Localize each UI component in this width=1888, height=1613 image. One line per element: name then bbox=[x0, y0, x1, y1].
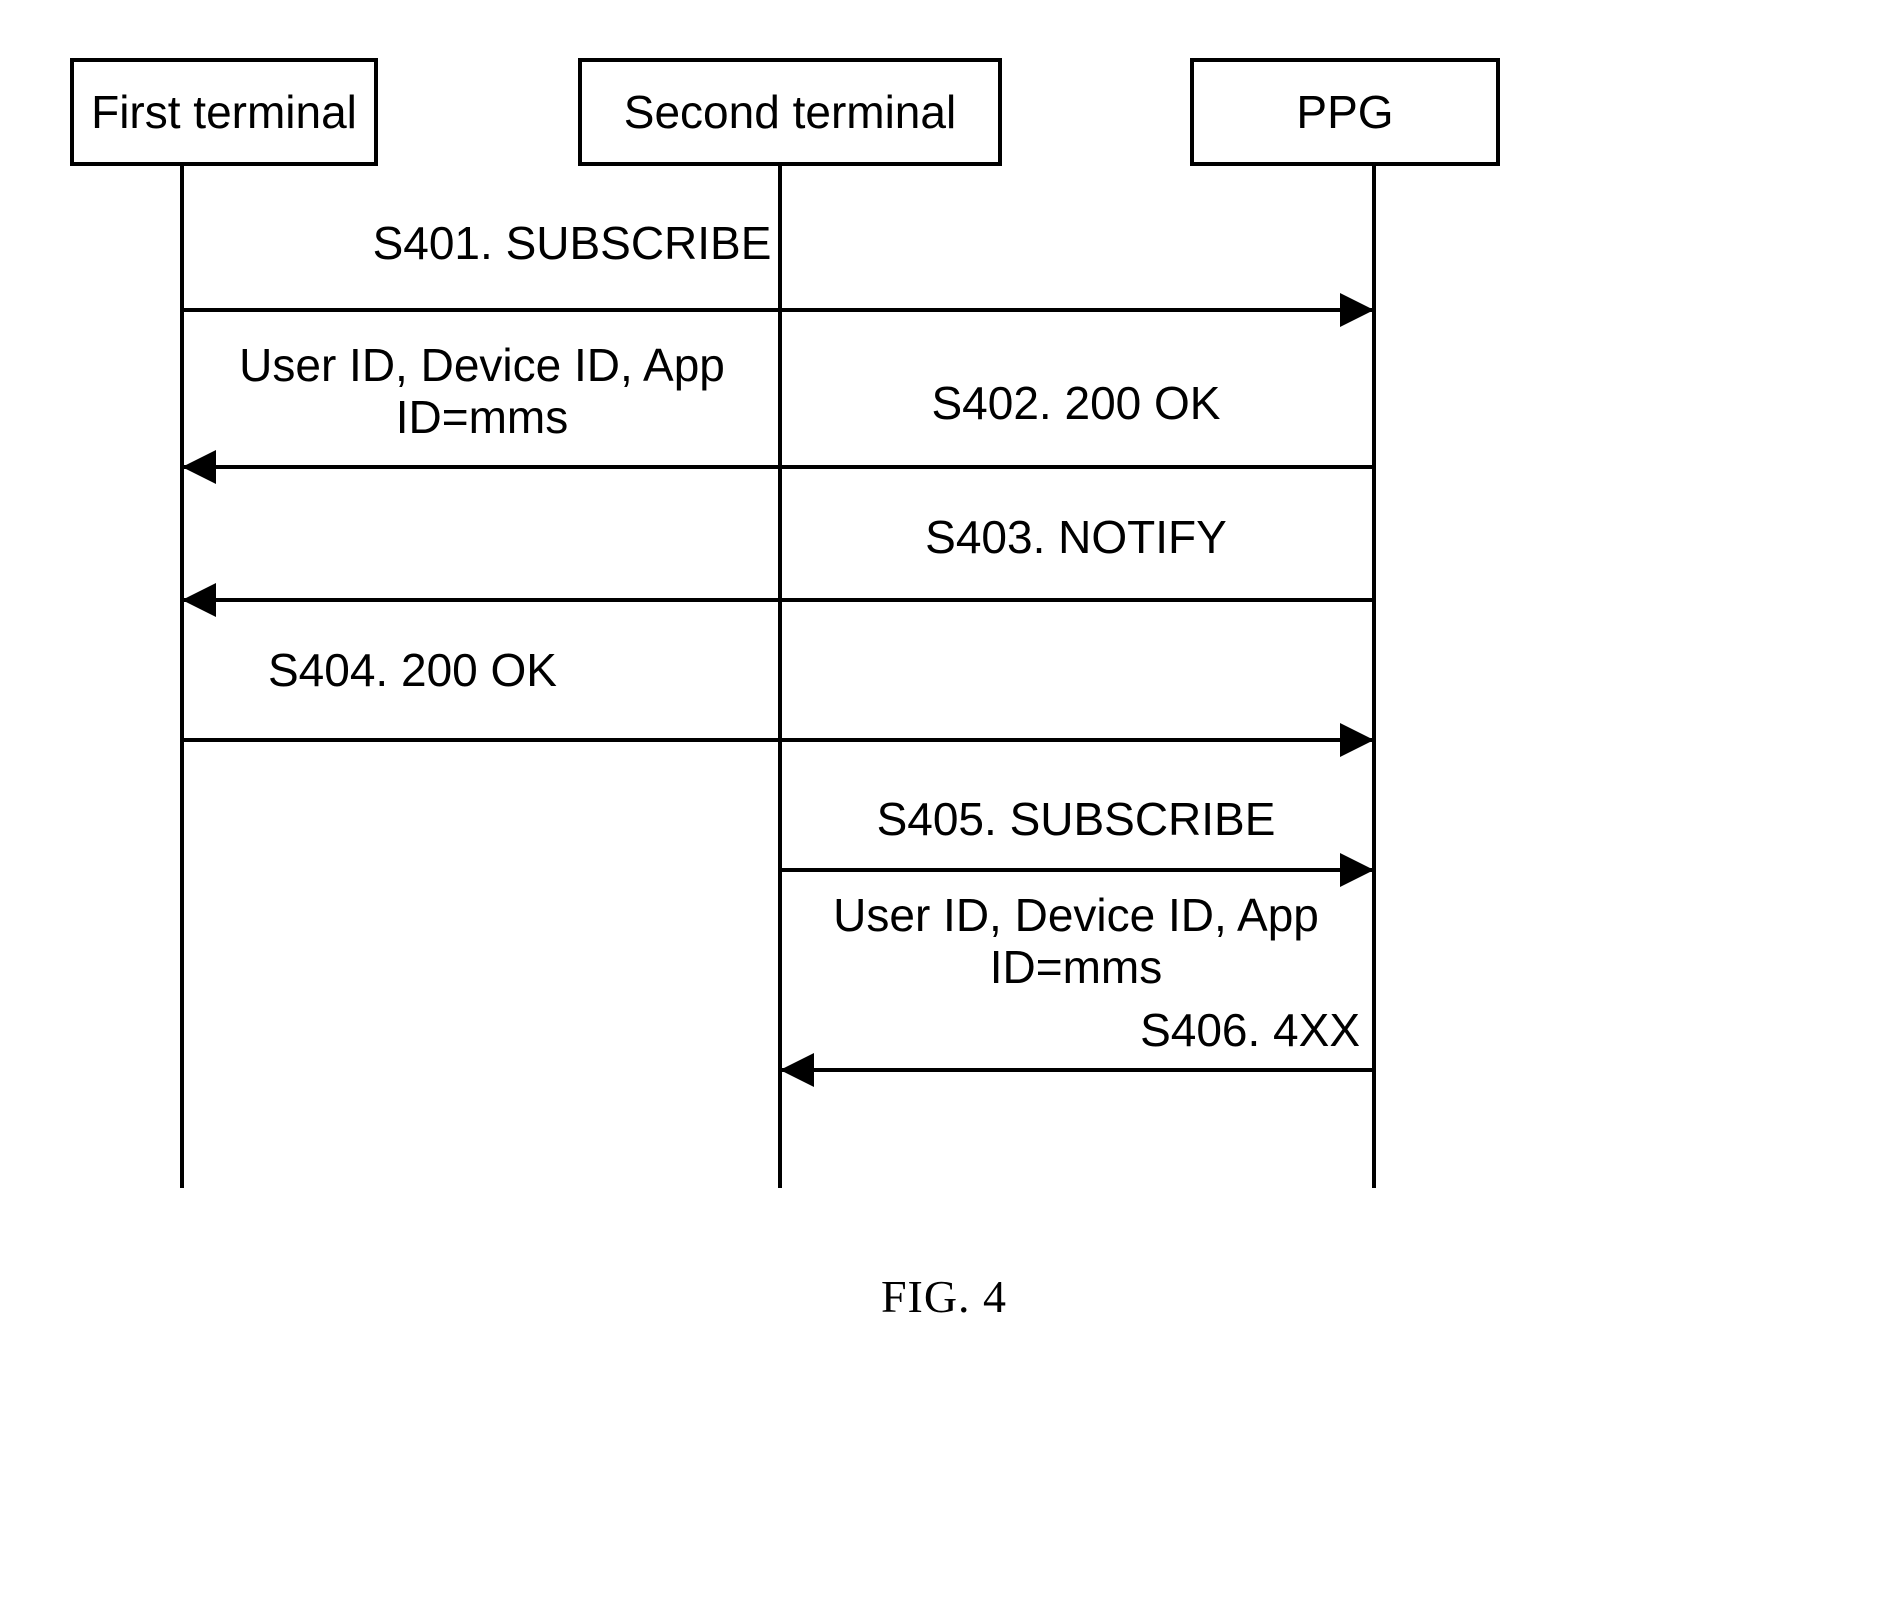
message-label-s402: S402. 200 OK bbox=[931, 377, 1221, 429]
message-line-s403 bbox=[182, 598, 1372, 602]
message-label-s403: S403. NOTIFY bbox=[925, 511, 1227, 563]
figure-canvas: First terminal Second terminal PPG S401.… bbox=[0, 0, 1888, 1613]
actor-label-second-terminal: Second terminal bbox=[623, 86, 957, 138]
message-label-s401: S401. SUBSCRIBE bbox=[372, 217, 772, 269]
figure-caption: FIG. 4 bbox=[880, 1271, 1008, 1322]
message-arrowhead-s402 bbox=[182, 450, 216, 484]
message-arrowhead-s406 bbox=[780, 1053, 814, 1087]
message-arrowhead-s404 bbox=[1340, 723, 1374, 757]
message-arrowhead-s401 bbox=[1340, 293, 1374, 327]
message-line-s404 bbox=[182, 738, 1372, 742]
message-label-s406: S406. 4XX bbox=[1140, 1004, 1360, 1056]
actor-box-first-terminal: First terminal bbox=[70, 58, 378, 166]
message-label-s405: S405. SUBSCRIBE bbox=[876, 793, 1276, 845]
message-label-s404: S404. 200 OK bbox=[268, 644, 557, 696]
actor-label-ppg: PPG bbox=[1296, 86, 1394, 138]
message-label-s402-payload: User ID, Device ID, App ID=mms bbox=[239, 339, 725, 443]
message-arrowhead-s403 bbox=[182, 583, 216, 617]
message-line-s401 bbox=[182, 308, 1372, 312]
message-line-s402 bbox=[182, 465, 1372, 469]
actor-label-first-terminal: First terminal bbox=[91, 86, 357, 138]
message-line-s406 bbox=[780, 1068, 1372, 1072]
message-label-s406-payload: User ID, Device ID, App ID=mms bbox=[833, 889, 1319, 993]
actor-box-ppg: PPG bbox=[1190, 58, 1500, 166]
message-arrowhead-s405 bbox=[1340, 853, 1374, 887]
lifeline-first-terminal bbox=[180, 166, 184, 1188]
message-line-s405 bbox=[780, 868, 1372, 872]
actor-box-second-terminal: Second terminal bbox=[578, 58, 1002, 166]
